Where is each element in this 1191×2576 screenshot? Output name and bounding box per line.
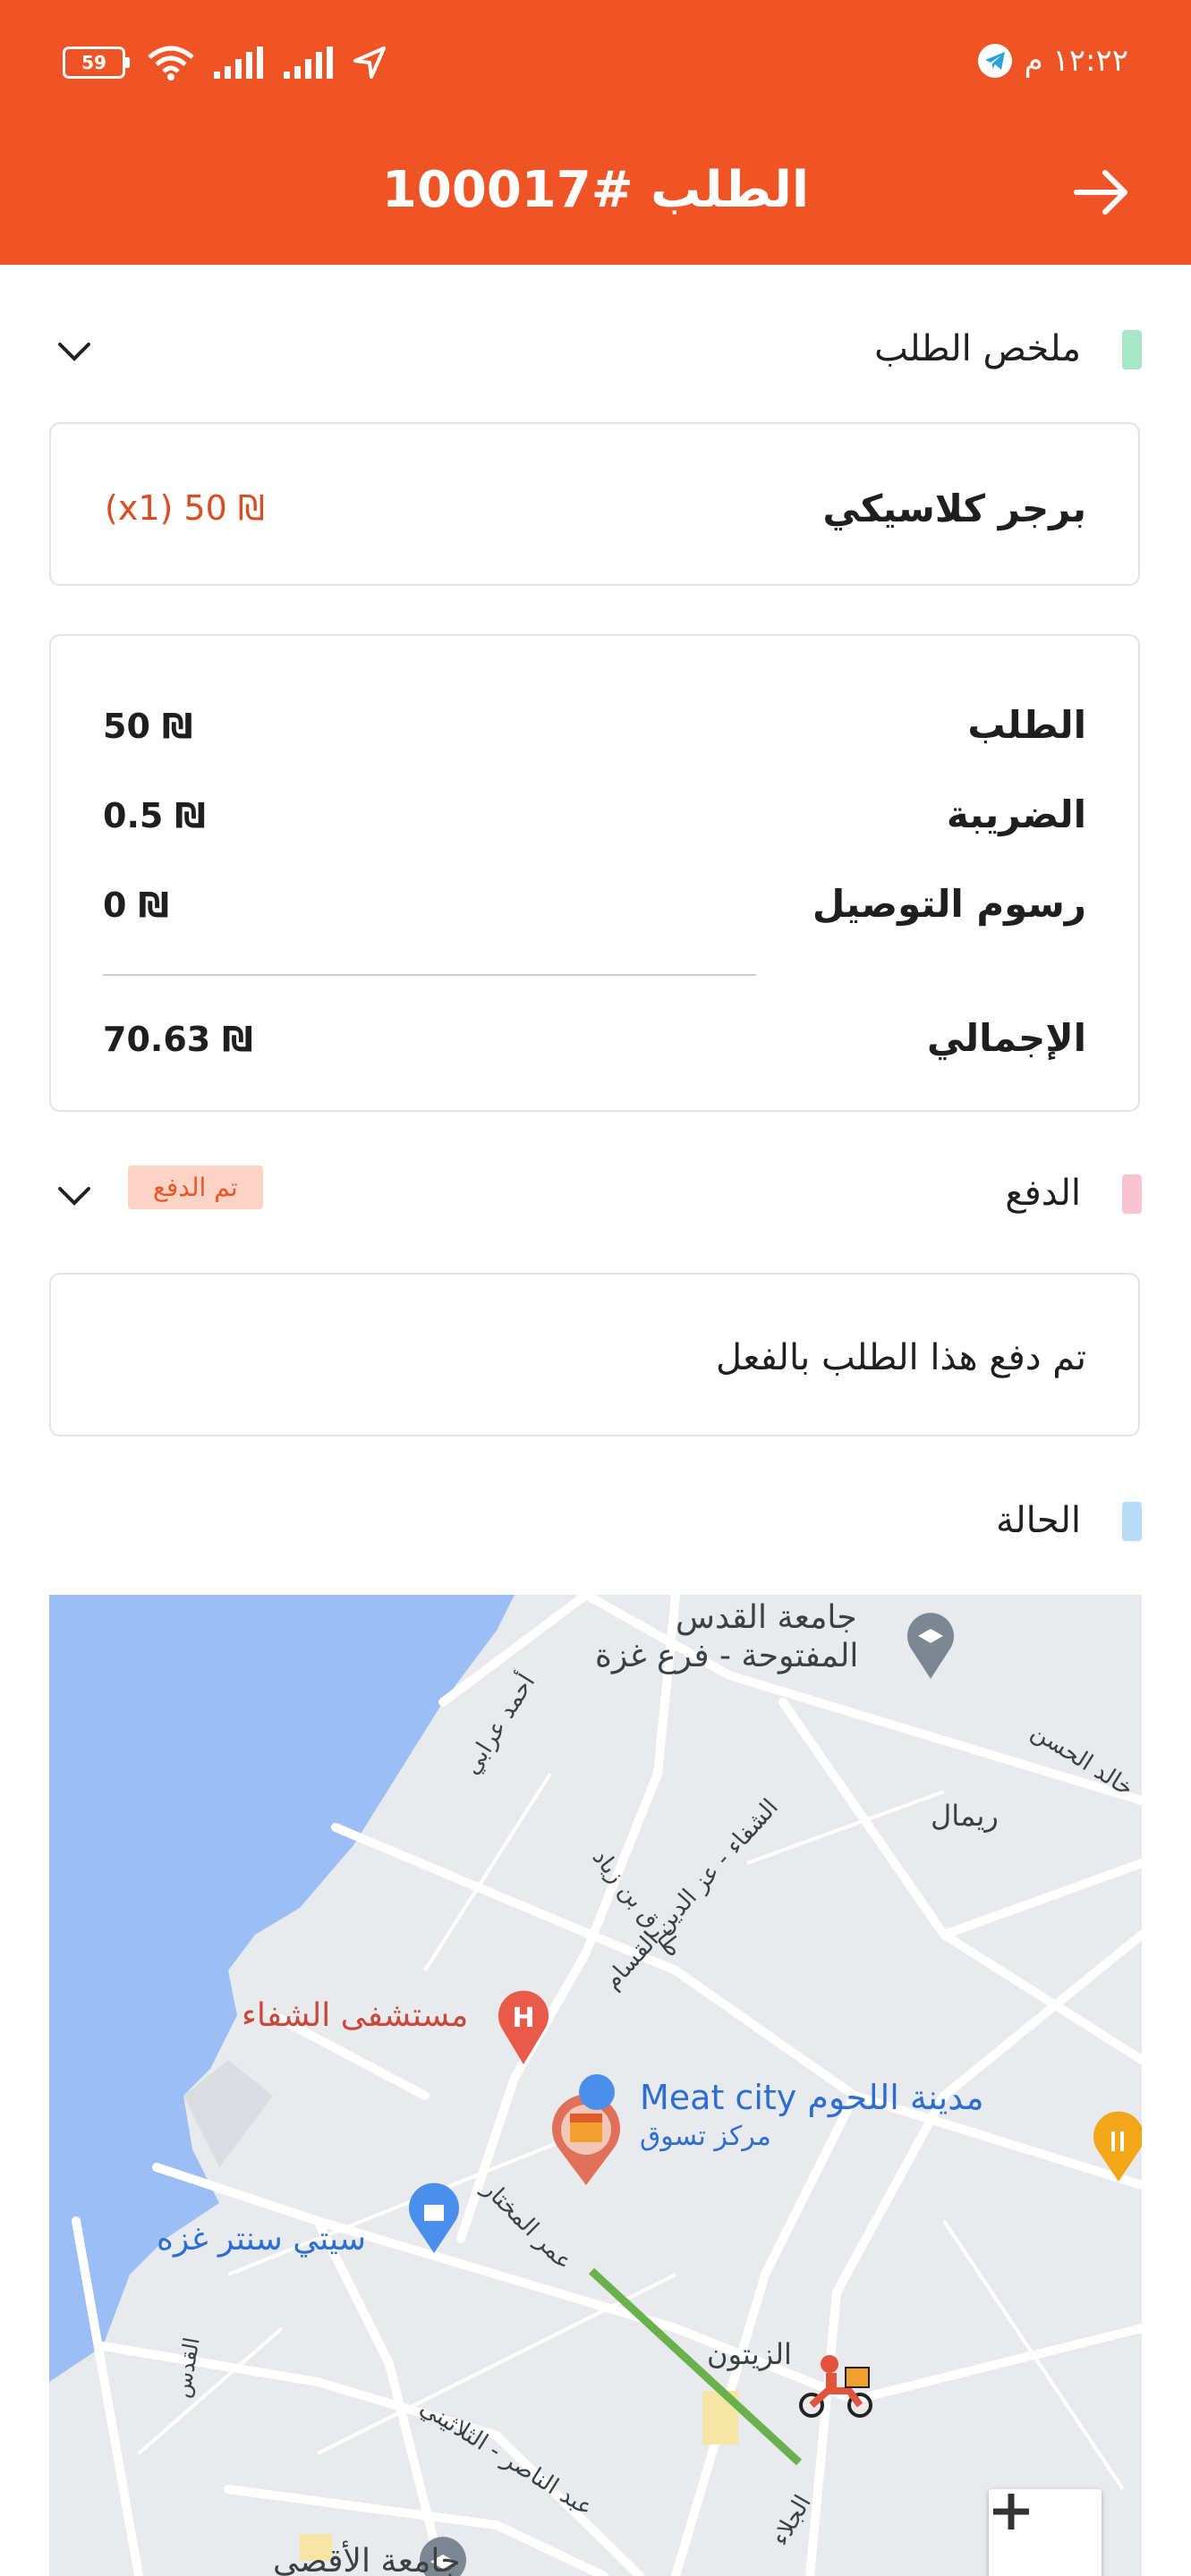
payment-label: الدفع xyxy=(1005,1173,1081,1214)
item-name: برجر كلاسيكي xyxy=(822,487,1086,530)
total-label: الإجمالي xyxy=(926,1016,1086,1060)
zoom-in-button[interactable] xyxy=(989,2489,1102,2576)
telegram-icon xyxy=(977,44,1012,78)
map-label-meat-city: مدينة اللحوم Meat city xyxy=(640,2078,984,2117)
tax-label: الضريبة xyxy=(946,792,1086,836)
summary-section-header[interactable]: ملخص الطلب xyxy=(49,316,1142,387)
map-label-city-center: سيتي سنتر غزه xyxy=(157,2221,367,2258)
map-label-shopping: مركز تسوق xyxy=(640,2121,771,2152)
payment-card: تم دفع هذا الطلب بالفعل xyxy=(49,1273,1140,1436)
map-label-aqsa: جامعة الأقصى xyxy=(273,2543,461,2576)
payment-color-bar xyxy=(1122,1174,1142,1214)
signal-icon xyxy=(214,47,263,79)
back-button[interactable] xyxy=(1066,161,1137,224)
shopping-pin-icon[interactable] xyxy=(409,2182,459,2253)
payment-message: تم دفع هذا الطلب بالفعل xyxy=(715,1337,1086,1378)
map-label-university-branch: المفتوحة - فرع غزة xyxy=(595,1638,859,1674)
university-pin-icon[interactable] xyxy=(907,1613,954,1679)
order-label: الطلب xyxy=(967,703,1086,747)
totals-divider xyxy=(103,974,756,976)
status-section-header: الحالة xyxy=(49,1487,1142,1559)
summary-color-bar xyxy=(1122,330,1142,369)
status-label: الحالة xyxy=(996,1500,1081,1541)
total-row: الإجمالي 70.63 ₪ xyxy=(103,1016,1086,1079)
restaurant-marker-icon[interactable] xyxy=(552,2094,620,2185)
clock: ١٢:٢٢ م xyxy=(1024,43,1128,79)
tax-value: 0.5 ₪ xyxy=(103,796,206,835)
total-value: 70.63 ₪ xyxy=(103,1020,253,1059)
map-view[interactable]: H جامعة القدس المفتوحة - فرع غزة ريمال خ… xyxy=(49,1595,1142,2576)
order-value: 50 ₪ xyxy=(103,707,193,746)
battery-icon: 59 xyxy=(63,47,130,79)
title-row: الطلب #100017 xyxy=(0,152,1191,233)
app-bar: 59 ١٢:٢٢ م الطلب #100017 xyxy=(0,0,1191,265)
order-item-card: برجر كلاسيكي (x1) 50 ₪ xyxy=(49,422,1140,586)
delivery-label: رسوم التوصيل xyxy=(812,882,1086,926)
plus-icon xyxy=(993,2494,1029,2529)
map-label-university: جامعة القدس xyxy=(676,1599,857,1636)
paid-status-badge: تم الدفع xyxy=(128,1165,263,1209)
chevron-down-icon[interactable] xyxy=(49,1171,99,1221)
delivery-value: 0 ₪ xyxy=(103,886,170,925)
map-label-zeitoun: الزيتون xyxy=(707,2337,792,2371)
svg-text:H: H xyxy=(512,2003,534,2034)
summary-label: ملخص الطلب xyxy=(874,328,1081,369)
status-bar: 59 ١٢:٢٢ م xyxy=(63,36,1128,98)
status-color-bar xyxy=(1122,1502,1142,1541)
item-price: (x1) 50 ₪ xyxy=(105,488,265,528)
payment-section-header[interactable]: الدفع تم الدفع xyxy=(49,1160,1142,1232)
map-label-hospital: مستشفى الشفاء xyxy=(242,1997,469,2034)
order-row: الطلب 50 ₪ xyxy=(103,703,1086,766)
map-label-rimal: ريمال xyxy=(931,1799,999,1833)
chevron-down-icon[interactable] xyxy=(49,326,99,377)
page-title: الطلب #100017 xyxy=(381,161,810,219)
arrow-right-icon xyxy=(1074,170,1127,215)
location-arrow-icon xyxy=(353,47,386,79)
tax-row: الضريبة 0.5 ₪ xyxy=(103,792,1086,855)
wifi-icon xyxy=(148,46,194,80)
signal-icon-2 xyxy=(284,47,333,79)
totals-card: الطلب 50 ₪ الضريبة 0.5 ₪ رسوم التوصيل 0 … xyxy=(49,634,1140,1112)
hospital-pin-icon[interactable]: H xyxy=(498,1990,549,2064)
delivery-row: رسوم التوصيل 0 ₪ xyxy=(103,882,1086,945)
battery-level: 59 xyxy=(63,47,125,79)
